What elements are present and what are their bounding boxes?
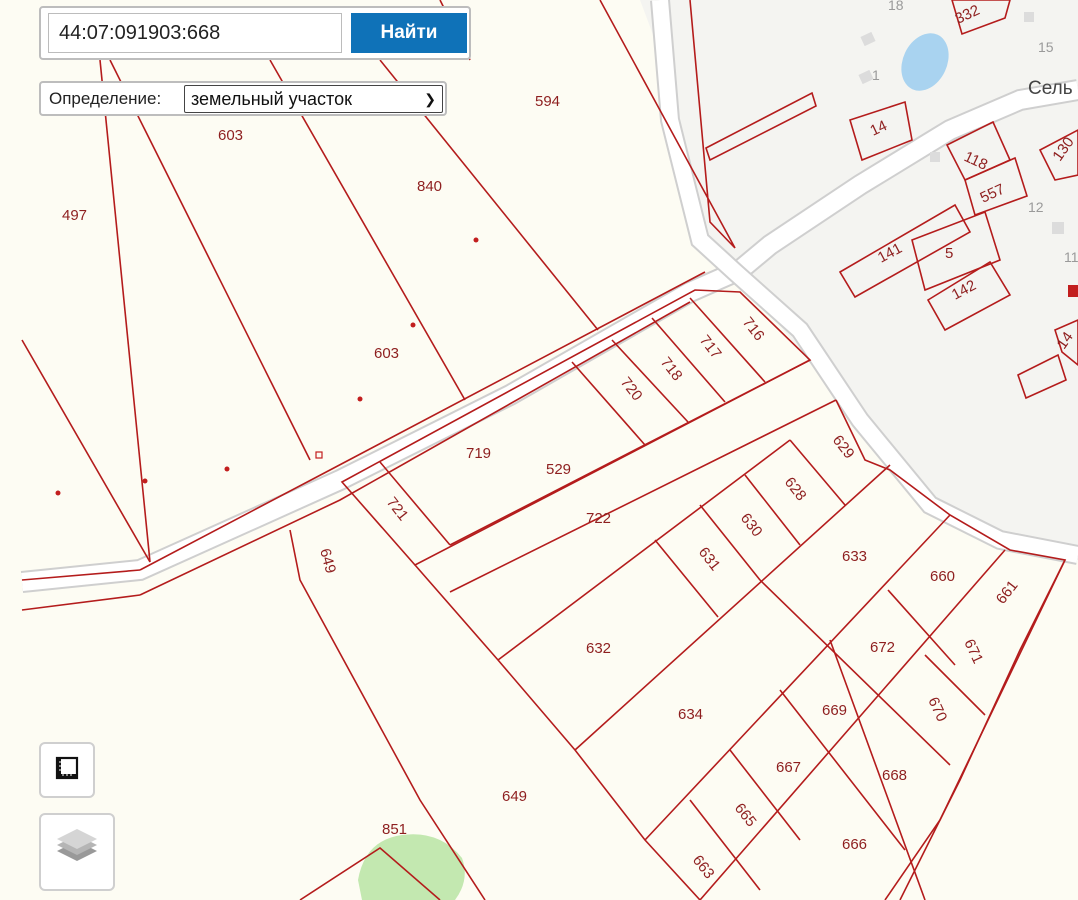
house-number: 1 bbox=[872, 67, 880, 83]
house-number: 18 bbox=[888, 0, 904, 13]
parcel-label: 5 bbox=[945, 245, 953, 262]
cadastral-map[interactable]: 497 603 594 840 603 719 529 720 718 717 … bbox=[0, 0, 1078, 900]
parcel-label: 660 bbox=[930, 568, 955, 585]
chevron-down-icon: ❯ bbox=[424, 91, 436, 107]
parcel-label: 668 bbox=[882, 767, 907, 784]
parcel-label: 851 bbox=[382, 821, 407, 838]
search-button[interactable]: Найти bbox=[351, 13, 467, 53]
parcel-label: 603 bbox=[218, 127, 243, 144]
layers-button[interactable] bbox=[39, 813, 115, 891]
layers-icon bbox=[57, 829, 97, 861]
parcel-label: 633 bbox=[842, 548, 867, 565]
parcel-label: 649 bbox=[502, 788, 527, 805]
parcel-label: 722 bbox=[586, 510, 611, 527]
ruler-icon bbox=[55, 756, 79, 780]
definition-selected-value: земельный участок bbox=[191, 89, 352, 109]
parcel-label: 666 bbox=[842, 836, 867, 853]
parcel-label: 634 bbox=[678, 706, 703, 723]
definition-label: Определение: bbox=[49, 89, 162, 108]
cadastral-number-input[interactable] bbox=[48, 13, 342, 53]
house-number: 15 bbox=[1038, 39, 1054, 55]
parcel-label: 672 bbox=[870, 639, 895, 656]
parcel-label: 529 bbox=[546, 461, 571, 478]
parcel-label: 594 bbox=[535, 93, 560, 110]
house-number: 12 bbox=[1028, 199, 1044, 215]
house-number: 11 bbox=[1064, 249, 1078, 265]
parcel-label: 632 bbox=[586, 640, 611, 657]
parcel-label: 719 bbox=[466, 445, 491, 462]
parcel-label: 497 bbox=[62, 207, 87, 224]
parcel-label: 667 bbox=[776, 759, 801, 776]
measure-button[interactable] bbox=[39, 742, 95, 798]
place-name: Сель bbox=[1028, 78, 1073, 99]
parcel-label: 603 bbox=[374, 345, 399, 362]
parcel-label: 669 bbox=[822, 702, 847, 719]
search-panel: Найти bbox=[39, 6, 471, 60]
parcel-label: 840 bbox=[417, 178, 442, 195]
definition-select[interactable]: земельный участок ❯ bbox=[184, 85, 443, 113]
definition-panel: Определение: земельный участок ❯ bbox=[39, 81, 447, 116]
